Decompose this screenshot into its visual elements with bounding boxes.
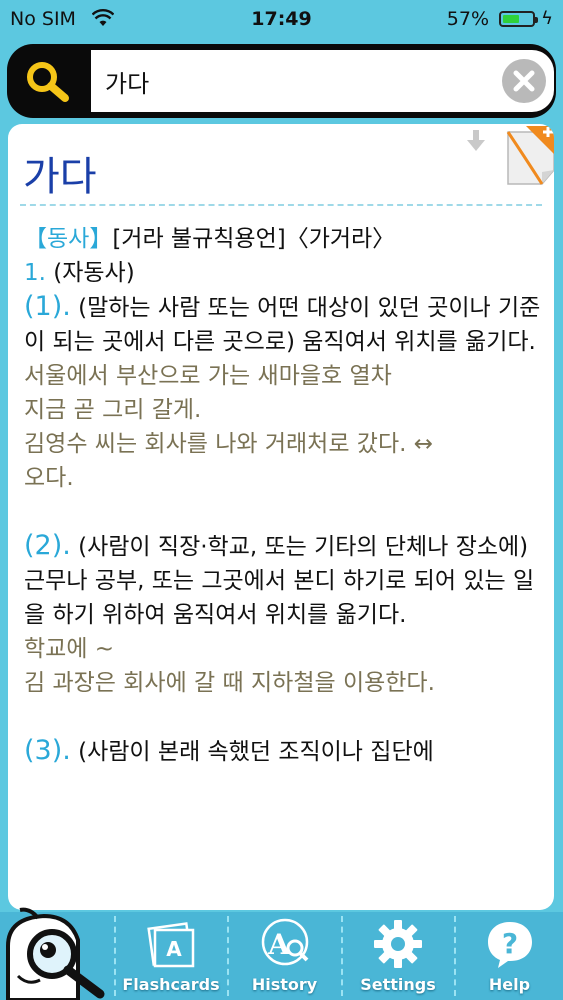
conjugation: [거라 불규칙용언]〈가거라〉 <box>112 226 396 252</box>
sense-group-number: 1. <box>24 260 46 286</box>
arrow-down-icon[interactable] <box>466 130 486 152</box>
battery-fill <box>503 15 519 23</box>
example-line: 김영수 씨는 회사를 나와 거래처로 갔다. ↔ <box>24 431 434 457</box>
definition-text: (사람이 본래 속했던 조직이나 집단에 <box>78 739 434 765</box>
example-line: 오다. <box>24 465 74 491</box>
gear-icon <box>374 920 422 968</box>
search-input[interactable] <box>103 60 497 102</box>
status-bar: No SIM 17:49 57% ϟ <box>0 0 563 38</box>
charging-bolt-icon: ϟ <box>541 8 553 29</box>
sense-group-1: 1. (자동사) <box>24 256 542 290</box>
definition-text: (말하는 사람 또는 어떤 대상이 있던 곳이나 기준이 되는 곳에서 다른 곳… <box>24 295 541 355</box>
header-divider <box>20 204 542 206</box>
tab-settings[interactable]: Settings <box>343 912 453 1000</box>
search-field <box>91 50 554 112</box>
add-flashcard-button[interactable] <box>504 126 554 188</box>
sense-number: (1). <box>24 291 71 322</box>
example-line: 김 과장은 회사에 갈 때 지하철을 이용한다. <box>24 670 435 696</box>
clear-search-button[interactable] <box>502 59 546 103</box>
tab-help[interactable]: ? Help <box>456 912 563 1000</box>
sense-3-definition: (3). (사람이 본래 속했던 조직이나 집단에 <box>24 734 542 769</box>
search-icon[interactable] <box>23 58 73 104</box>
close-icon <box>513 70 535 92</box>
help-icon: ? <box>487 922 532 968</box>
tab-label: Flashcards <box>122 975 220 994</box>
example-line: 서울에서 부산으로 가는 새마을호 열차 <box>24 363 392 389</box>
entry-card: 가다 【동사】[거라 불규칙용언]〈가거라〉 1. (자동사) (1). (말하… <box>8 124 554 910</box>
sense-group-label: (자동사) <box>53 260 135 286</box>
tab-flashcards[interactable]: A Flashcards <box>116 912 226 1000</box>
tab-label: Help <box>488 975 531 994</box>
battery-percent: 57% <box>446 8 489 30</box>
search-bar <box>7 44 556 118</box>
definition-text: (사람이 직장·학교, 또는 기타의 단체나 장소에) 근무나 공부, 또는 그… <box>24 534 535 628</box>
tab-history[interactable]: A History <box>229 912 340 1000</box>
part-of-speech: 【동사】 <box>24 226 113 252</box>
sense-1-definition: (1). (말하는 사람 또는 어떤 대상이 있던 곳이나 기준이 되는 곳에서… <box>24 290 542 359</box>
svg-text:A: A <box>166 937 182 961</box>
history-icon: A <box>261 918 308 966</box>
definition-body: 【동사】[거라 불규칙용언]〈가거라〉 1. (자동사) (1). (말하는 사… <box>24 222 542 769</box>
sense-number: (3). <box>24 735 71 766</box>
sense-number: (2). <box>24 530 71 561</box>
tab-label: History <box>251 975 318 994</box>
flashcards-icon: A <box>147 922 195 968</box>
example-line: 지금 곧 그리 갈게. <box>24 397 202 423</box>
example-line: 학교에 ~ <box>24 636 115 662</box>
pos-line: 【동사】[거라 불규칙용언]〈가거라〉 <box>24 222 542 256</box>
tab-label: Settings <box>360 975 436 994</box>
headword: 가다 <box>23 154 97 200</box>
battery-nub <box>535 17 538 23</box>
mascot-logo <box>6 907 105 1000</box>
svg-text:?: ? <box>501 927 517 960</box>
battery-icon <box>499 11 538 27</box>
sense-2-definition: (2). (사람이 직장·학교, 또는 기타의 단체나 장소에) 근무나 공부,… <box>24 529 542 632</box>
